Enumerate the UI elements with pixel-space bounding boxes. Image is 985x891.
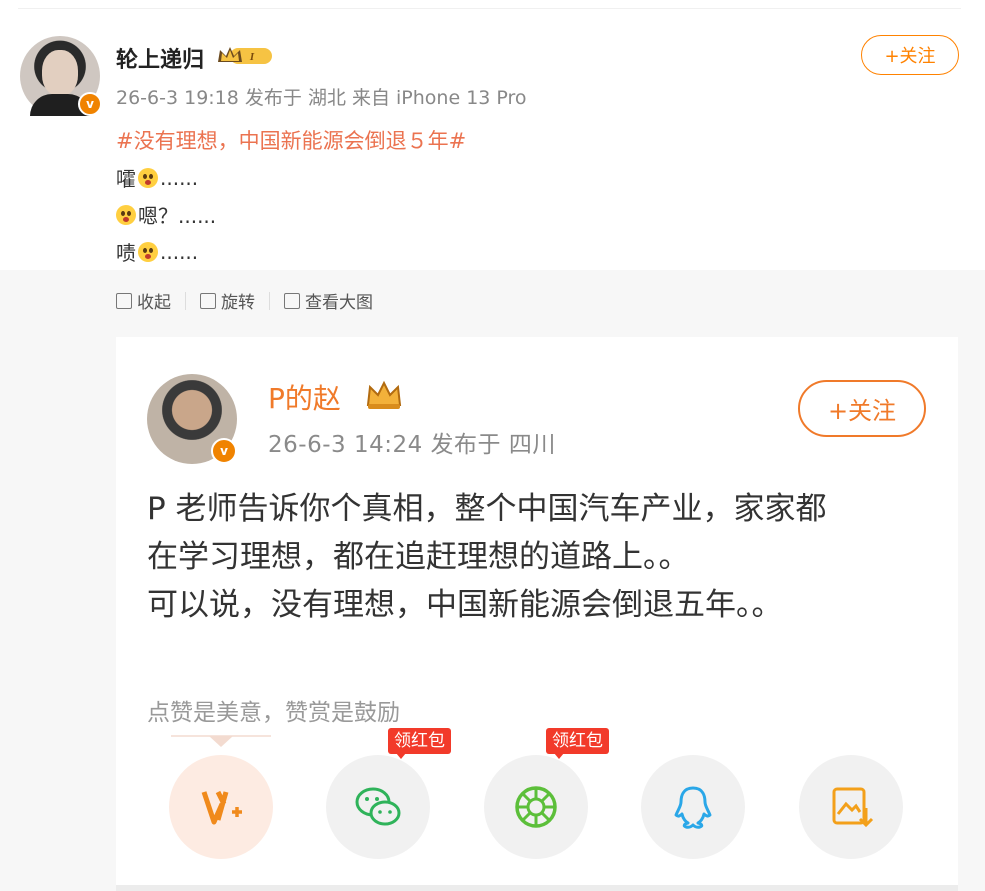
- level-badge: I: [249, 51, 255, 63]
- embedded-post-meta: 26-6-3 14:24 发布于 四川: [268, 432, 556, 458]
- red-packet-badge: 领红包: [388, 728, 451, 759]
- follow-button[interactable]: +关注: [861, 35, 959, 75]
- embedded-author-avatar: v: [147, 374, 237, 464]
- embedded-follow-button: +关注: [798, 380, 926, 437]
- author-avatar[interactable]: v: [20, 36, 102, 116]
- share-row: 领红包 领红包: [169, 728, 909, 859]
- embedded-screenshot[interactable]: v P的赵 26-6-3 14:24 发布于 四川 +关注 P 老师告诉你个真相…: [116, 325, 958, 891]
- collapse-button[interactable]: 收起: [116, 288, 171, 313]
- wechat-icon: [355, 787, 401, 826]
- moments-share-button: 领红包: [484, 728, 609, 859]
- author-name[interactable]: 轮上递归: [116, 42, 204, 74]
- collapse-icon: [116, 292, 132, 309]
- qq-share-button: [641, 755, 745, 859]
- moments-icon: [515, 786, 557, 828]
- view-large-button[interactable]: 查看大图: [284, 288, 373, 313]
- verified-icon: v: [78, 92, 102, 116]
- embedded-author-name: P的赵: [268, 382, 341, 415]
- confused-emoji-icon: [116, 204, 136, 225]
- red-packet-badge: 领红包: [546, 728, 609, 759]
- crown-icon: [366, 380, 402, 409]
- tip-arrow: [171, 735, 271, 747]
- view-large-icon: [284, 292, 300, 309]
- v-plus-share-button: [169, 755, 273, 859]
- surprised-emoji-icon: [138, 167, 158, 188]
- image-toolbar: 收起 旋转 查看大图: [116, 288, 373, 313]
- eye-roll-emoji-icon: [138, 241, 158, 262]
- image-viewer: 收起 旋转 查看大图 v P的赵 26-6-3 14:24 发布于 四川 +关注…: [0, 270, 985, 891]
- rotate-icon: [200, 292, 216, 309]
- reward-tip: 点赞是美意，赞赏是鼓励: [147, 700, 400, 726]
- qq-icon: [674, 786, 712, 829]
- post-line: 嗯？......: [116, 200, 216, 229]
- wechat-share-button: 领红包: [326, 728, 451, 859]
- top-divider: [18, 8, 961, 9]
- rotate-button[interactable]: 旋转: [200, 288, 255, 313]
- member-crown-icon[interactable]: I: [216, 44, 274, 68]
- verified-icon: v: [211, 438, 237, 464]
- post-line: 嚯 ......: [116, 165, 199, 192]
- post-line: 啧 ......: [116, 239, 199, 266]
- post-meta: 26-6-3 19:18 发布于 湖北 来自 iPhone 13 Pro: [116, 87, 527, 109]
- save-image-icon: [832, 787, 874, 828]
- embedded-post-body: P 老师告诉你个真相，整个中国汽车产业，家家都 在学习理想，都在追赶理想的道路上…: [147, 491, 827, 623]
- topic-tag[interactable]: #没有理想，中国新能源会倒退５年#: [116, 125, 466, 155]
- save-image-share-button: [799, 755, 903, 859]
- v-plus-icon: [201, 790, 242, 825]
